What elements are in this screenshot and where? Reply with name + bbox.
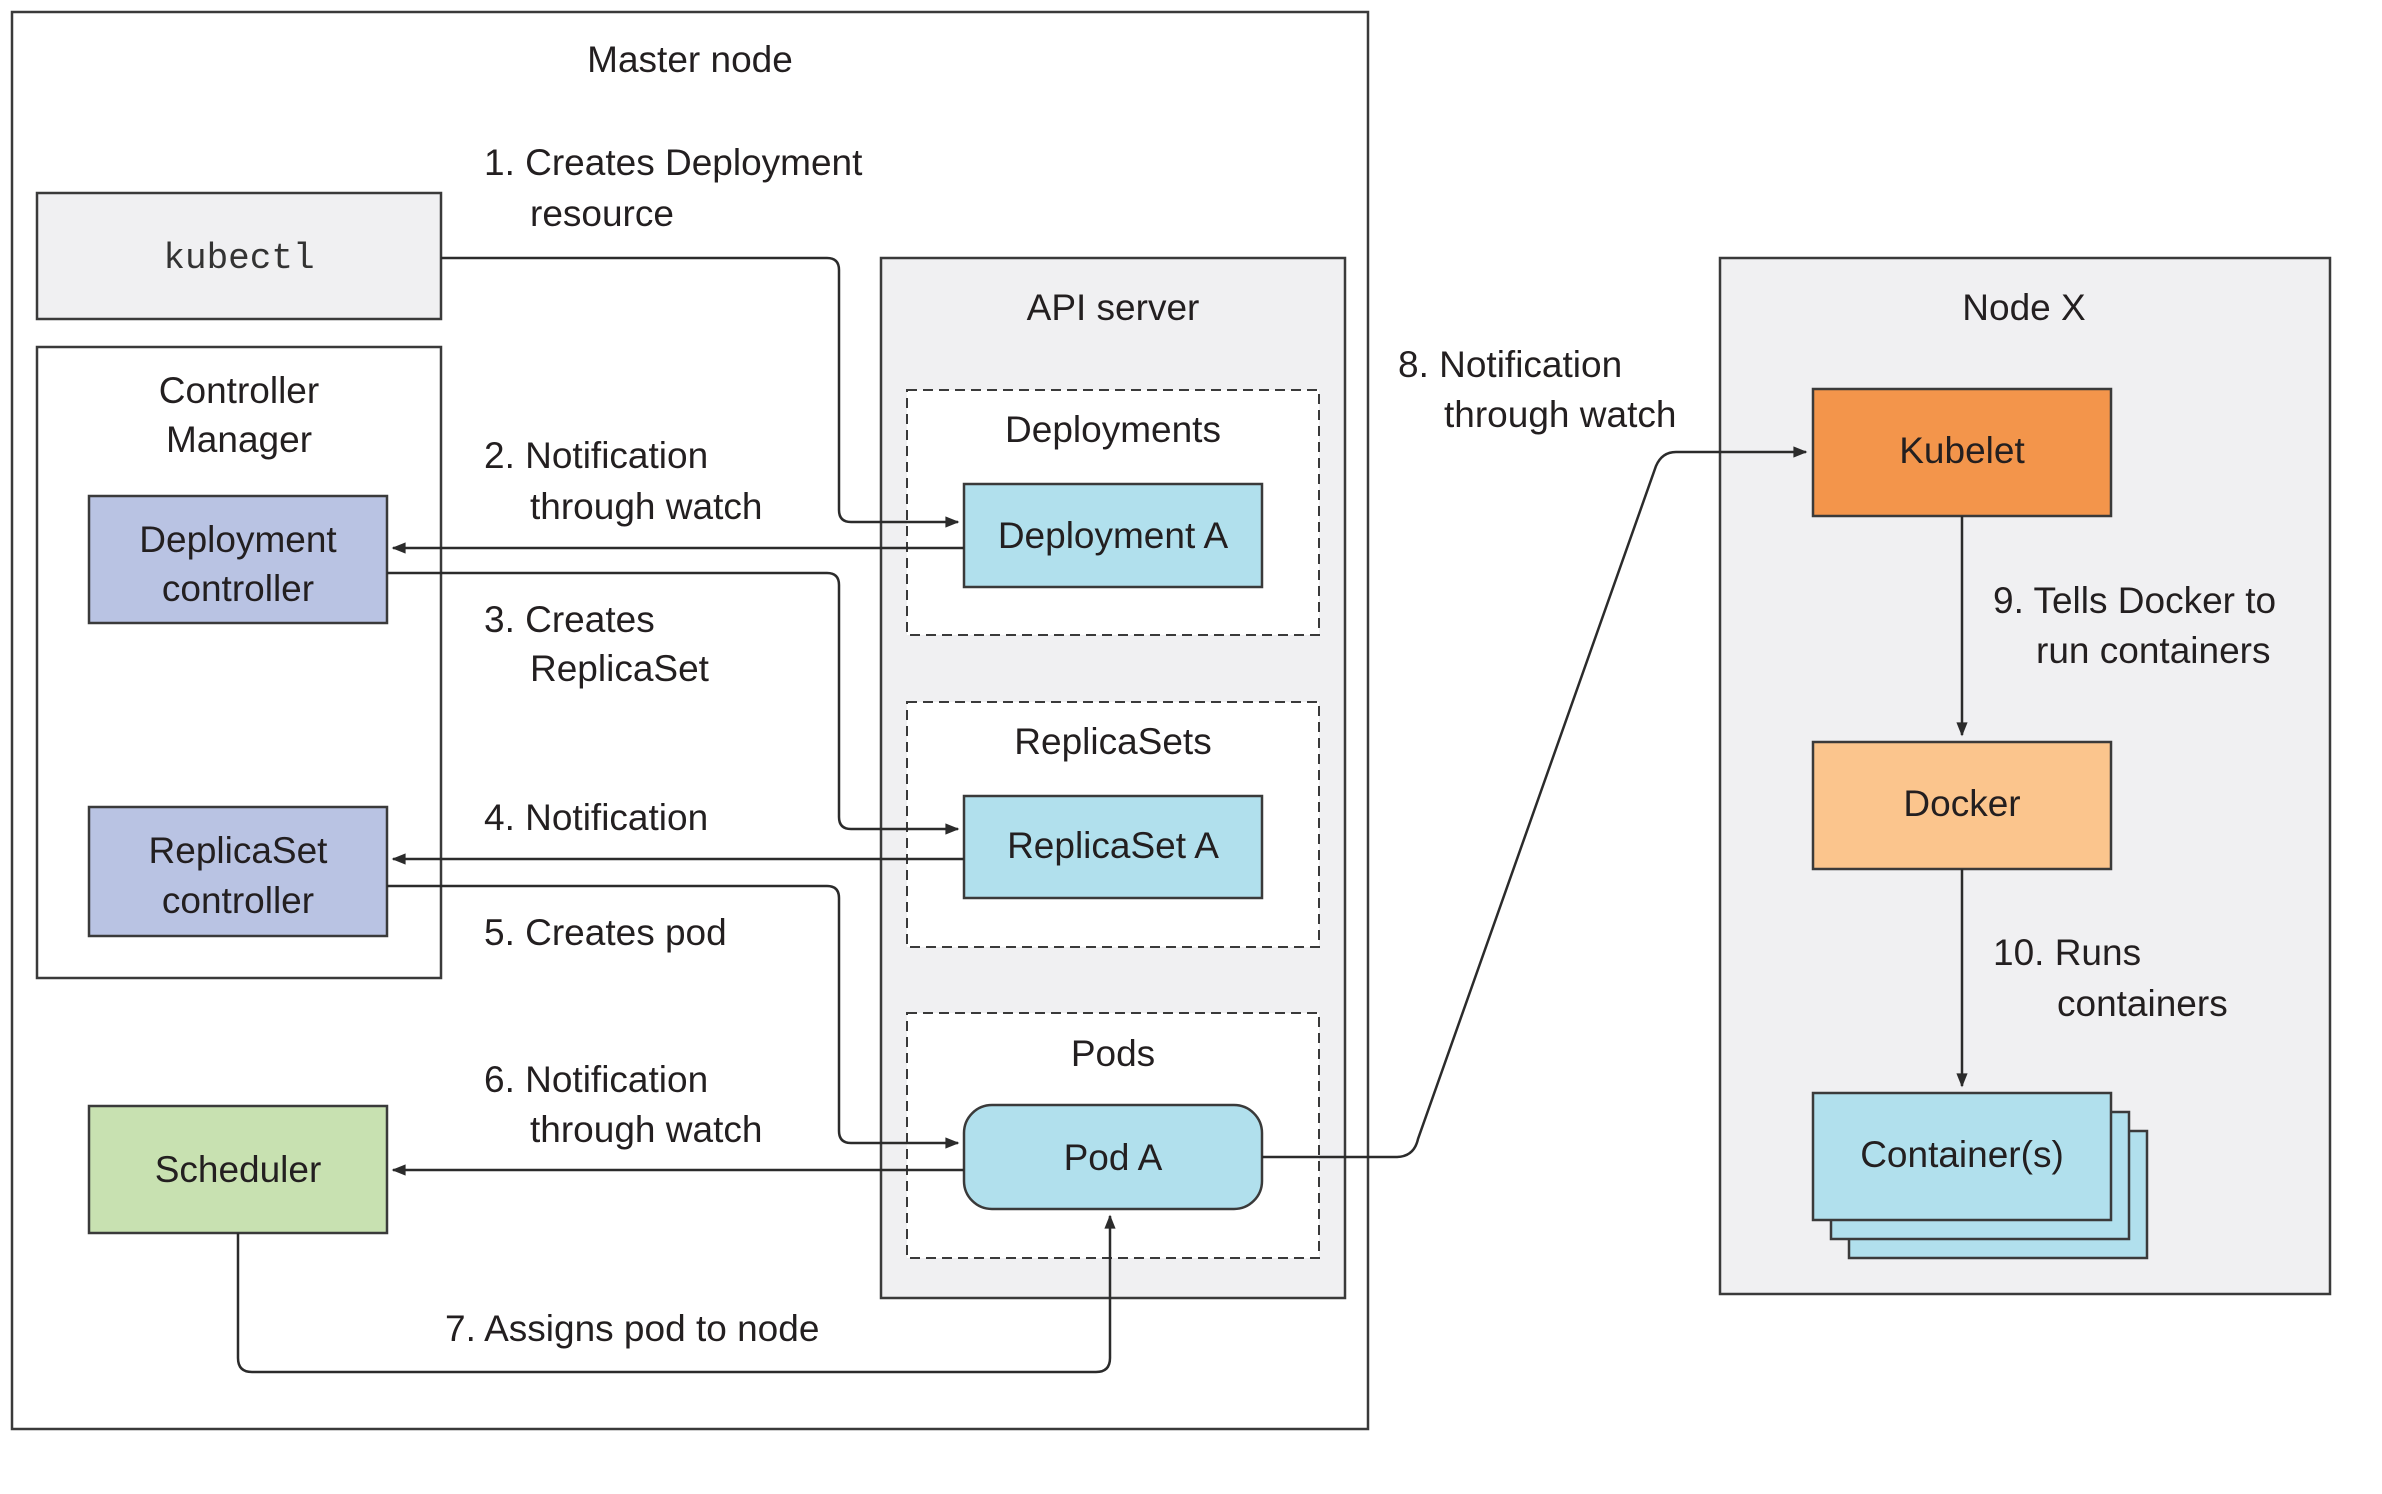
step-9-line2: run containers (2036, 630, 2270, 671)
step-3-line1: 3. Creates (484, 599, 655, 640)
step-6-line1: 6. Notification (484, 1059, 708, 1100)
replicasets-title: ReplicaSets (1014, 721, 1211, 762)
kubelet-label: Kubelet (1899, 430, 2025, 471)
step-5-line1: 5. Creates pod (484, 912, 727, 953)
containers-label: Container(s) (1860, 1134, 2064, 1175)
pod-a-label: Pod A (1064, 1137, 1163, 1178)
step-8-line1: 8. Notification (1398, 344, 1622, 385)
step-4-line1: 4. Notification (484, 797, 708, 838)
pods-title: Pods (1071, 1033, 1155, 1074)
step-1-line1: 1. Creates Deployment (484, 142, 863, 183)
api-server-title: API server (1027, 287, 1200, 328)
step-2-line1: 2. Notification (484, 435, 708, 476)
step-1-line2: resource (530, 193, 674, 234)
containers-stack[interactable]: Container(s) (1811, 1091, 2149, 1260)
replicaset-controller[interactable]: ReplicaSet controller (87, 805, 389, 938)
step-6-line2: through watch (530, 1109, 762, 1150)
docker-label: Docker (1903, 783, 2020, 824)
deployment-controller-line2: controller (162, 568, 314, 609)
master-node-title: Master node (587, 39, 793, 80)
deployment-controller[interactable]: Deployment controller (87, 494, 389, 625)
deployment-a[interactable]: Deployment A (962, 482, 1264, 589)
replicaset-a-label: ReplicaSet A (1007, 825, 1219, 866)
scheduler-label: Scheduler (155, 1149, 322, 1190)
step-10-line1: 10. Runs (1993, 932, 2141, 973)
replicaset-controller-line1: ReplicaSet (149, 830, 329, 871)
step-7-line1: 7. Assigns pod to node (445, 1308, 819, 1349)
kubernetes-deployment-flow-diagram: Master node kubectl Controller Manager D… (10, 10, 2332, 1431)
kubectl-box[interactable]: kubectl (35, 191, 443, 321)
step-9-line1: 9. Tells Docker to (1993, 580, 2276, 621)
controller-manager-title-line1: Controller (159, 370, 319, 411)
step-2-line2: through watch (530, 486, 762, 527)
step-8-line2: through watch (1444, 394, 1676, 435)
docker[interactable]: Docker (1811, 740, 2113, 871)
deployments-title: Deployments (1005, 409, 1221, 450)
deployment-controller-line1: Deployment (139, 519, 337, 560)
controller-manager-title-line2: Manager (166, 419, 312, 460)
node-x: Node X Kubelet Docker Container(s) (1718, 256, 2332, 1296)
replicaset-controller-line2: controller (162, 880, 314, 921)
step-3-line2: ReplicaSet (530, 648, 710, 689)
kubelet[interactable]: Kubelet (1811, 387, 2113, 518)
step-10-line2: containers (2057, 983, 2228, 1024)
scheduler[interactable]: Scheduler (87, 1104, 389, 1235)
deployment-a-label: Deployment A (998, 515, 1229, 556)
pod-a[interactable]: Pod A (962, 1103, 1264, 1211)
kubectl-label: kubectl (163, 238, 314, 279)
node-x-title: Node X (1962, 287, 2085, 328)
replicaset-a[interactable]: ReplicaSet A (962, 794, 1264, 900)
